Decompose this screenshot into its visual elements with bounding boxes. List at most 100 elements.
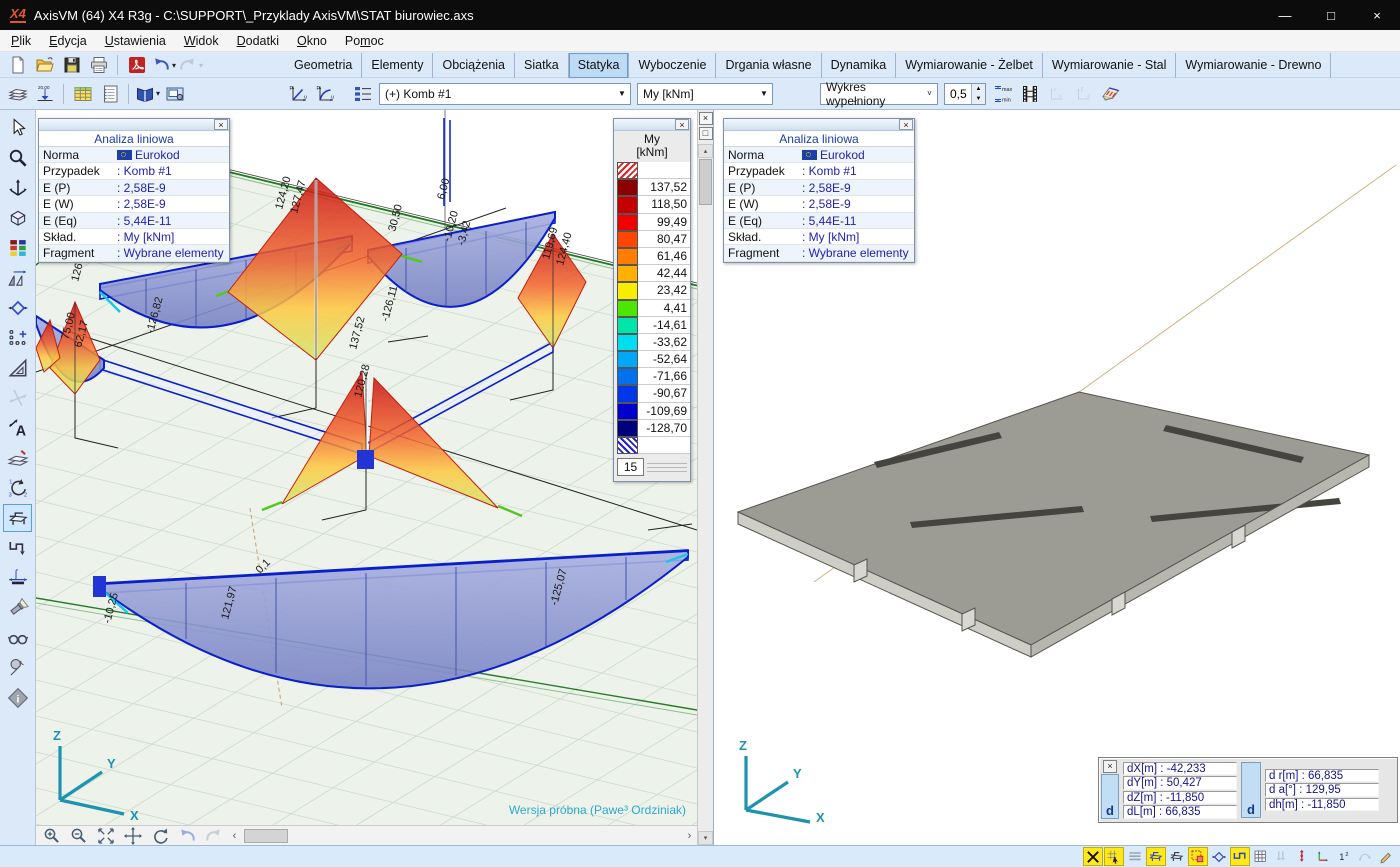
chevron-down-icon[interactable]: ▼ [614, 89, 630, 98]
close-button[interactable]: × [1354, 0, 1400, 30]
renumbering-button[interactable]: 123 [3, 474, 32, 502]
close-icon[interactable]: × [1103, 760, 1117, 773]
menu-edycja[interactable]: Edycja [40, 34, 96, 48]
local-systems-toggle[interactable] [1314, 847, 1334, 866]
dimension-lines-button[interactable] [3, 384, 32, 412]
tab-siatka[interactable]: Siatka [515, 53, 569, 78]
tab-elementy[interactable]: Elementy [362, 53, 433, 78]
tab-drgania-własne[interactable]: Drgania własne [716, 53, 821, 78]
numbering-toggle[interactable]: 12 [1335, 847, 1355, 866]
legend-color-swatch[interactable] [617, 385, 638, 402]
result-display-lines-button[interactable] [350, 81, 375, 106]
geometric-transformations-button[interactable] [3, 264, 32, 292]
scroll-right-icon[interactable]: › [682, 827, 697, 845]
redo-button[interactable]: ▾ [178, 53, 203, 78]
geometry-tools-button[interactable] [3, 294, 32, 322]
legend-level-count[interactable]: 15 [617, 458, 644, 476]
section-line-result-button[interactable]: ∫ [3, 564, 32, 592]
legend-color-swatch[interactable] [617, 317, 638, 334]
section-segment-button[interactable] [3, 534, 32, 562]
result-component-combo[interactable]: My [kNm] ▼ [637, 83, 773, 105]
legend-color-swatch[interactable] [617, 437, 638, 454]
model-info-button[interactable]: i [3, 684, 32, 712]
legend-color-swatch[interactable] [617, 300, 638, 317]
display-mode-button[interactable] [3, 624, 32, 652]
menu-okno[interactable]: Okno [288, 34, 336, 48]
print-button[interactable] [86, 53, 111, 78]
legend-color-swatch[interactable] [617, 179, 638, 196]
chevron-down-icon[interactable]: ˅ [922, 89, 937, 98]
menu-widok[interactable]: Widok [175, 34, 228, 48]
linear-static-analysis-button[interactable]: Pu [286, 81, 311, 106]
surface-results-button[interactable] [1098, 81, 1123, 106]
load-display-toggle[interactable] [1272, 847, 1292, 866]
scroll-down-icon[interactable]: ▾ [698, 831, 713, 845]
save-model-button[interactable] [59, 53, 84, 78]
settings-button[interactable] [3, 654, 32, 682]
diagram-section-y-button[interactable]: yx [1044, 81, 1069, 106]
restore-view-button[interactable]: □ [699, 127, 713, 140]
selection-parts-toggle[interactable] [1083, 847, 1103, 866]
vertical-scrollbar-thumb[interactable] [699, 159, 712, 205]
legend-color-swatch[interactable] [617, 196, 638, 213]
close-icon[interactable]: × [675, 119, 689, 130]
new-model-button[interactable] [5, 53, 30, 78]
tab-obciążenia[interactable]: Obciążenia [433, 53, 515, 78]
background-layers-button[interactable] [3, 444, 32, 472]
save-drawing-button[interactable] [162, 81, 187, 106]
workplane-all-toggle[interactable] [1167, 847, 1187, 866]
scroll-up-icon[interactable]: ▴ [698, 144, 713, 158]
close-icon[interactable]: × [899, 119, 913, 130]
delta-toggle-button[interactable]: d [1241, 762, 1261, 818]
tab-wyboczenie[interactable]: Wyboczenie [629, 53, 716, 78]
zoom-button[interactable] [3, 144, 32, 172]
legend-color-swatch[interactable] [617, 420, 638, 437]
light-source-button[interactable] [3, 594, 32, 622]
menu-pomoc[interactable]: Pomoc [336, 34, 393, 48]
animation-button[interactable] [1017, 81, 1042, 106]
workplanes-button[interactable] [3, 204, 32, 232]
close-icon[interactable]: × [214, 119, 228, 130]
mesh-display-toggle[interactable] [1251, 847, 1271, 866]
tab-dynamika[interactable]: Dynamika [822, 53, 897, 78]
story-level-button[interactable]: 20.00 [32, 81, 57, 106]
menu-plik[interactable]: Plik [2, 34, 40, 48]
drawing-library-button[interactable]: ▾ [135, 81, 160, 106]
reaction-display-toggle[interactable] [1293, 847, 1313, 866]
delta-toggle-button[interactable]: d [1101, 774, 1119, 819]
menu-dodatki[interactable]: Dodatki [228, 34, 288, 48]
display-sections-toggle[interactable] [1188, 847, 1208, 866]
table-browser-button[interactable] [70, 81, 95, 106]
legend-color-swatch[interactable] [617, 231, 638, 248]
nonlinear-static-analysis-button[interactable]: Pu [313, 81, 338, 106]
open-model-button[interactable] [32, 53, 57, 78]
auto-intersection-toggle[interactable] [1230, 847, 1250, 866]
legend-color-swatch[interactable] [617, 334, 638, 351]
legend-color-swatch[interactable] [617, 403, 638, 420]
color-coding-button[interactable] [3, 234, 32, 262]
tab-wymiarowanie-stal[interactable]: Wymiarowanie - Stal [1043, 53, 1177, 78]
menu-ustawienia[interactable]: Ustawienia [96, 34, 175, 48]
legend-color-swatch[interactable] [617, 351, 638, 368]
geometry-check-toggle[interactable] [1209, 847, 1229, 866]
drafting-tools-button[interactable] [3, 354, 32, 382]
horizontal-scrollbar-thumb[interactable] [244, 829, 288, 843]
legend-color-swatch[interactable] [617, 282, 638, 299]
chevron-down-icon[interactable]: ▼ [756, 89, 772, 98]
snap-grid-toggle[interactable] [1104, 847, 1124, 866]
close-view-button[interactable]: × [699, 112, 713, 125]
layer-manager-button[interactable] [5, 81, 30, 106]
maximize-button[interactable]: □ [1308, 0, 1354, 30]
tab-wymiarowanie-drewno[interactable]: Wymiarowanie - Drewno [1176, 53, 1331, 78]
text-annotation-button[interactable]: A [3, 414, 32, 442]
minimize-button[interactable]: — [1262, 0, 1308, 30]
views-button[interactable] [3, 174, 32, 202]
info-curve-toggle[interactable] [1356, 847, 1376, 866]
envelope-min-max-button[interactable]: maxmin [990, 81, 1015, 106]
scale-spinner[interactable]: 0,5 ▲ ▼ [944, 83, 986, 105]
legend-color-swatch[interactable] [617, 265, 638, 282]
legend-color-swatch[interactable] [617, 162, 638, 179]
pdf-export-button[interactable] [124, 53, 149, 78]
tab-geometria[interactable]: Geometria [285, 53, 362, 78]
scroll-left-icon[interactable]: ‹ [227, 827, 242, 845]
